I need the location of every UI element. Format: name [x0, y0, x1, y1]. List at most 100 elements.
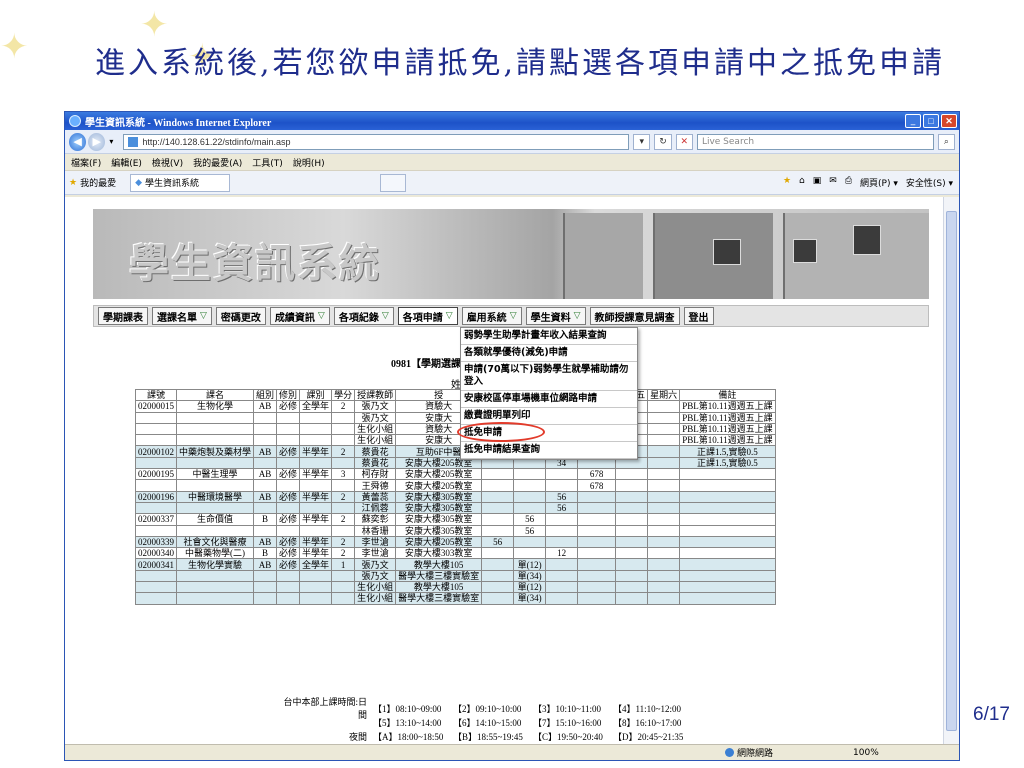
- feeds-icon[interactable]: ▣: [813, 176, 822, 189]
- dropdown-item-label: 各類就學優待(減免)申請: [464, 347, 568, 358]
- table-header-cell: 課名: [175, 388, 255, 402]
- nav-button[interactable]: 成績資訊 ▽: [269, 307, 330, 325]
- table-cell: 張乃文: [354, 400, 397, 413]
- nav-button-label: 成績資訊: [274, 312, 315, 324]
- page-menu-button[interactable]: 網頁(P) ▾: [860, 176, 898, 189]
- table-cell: 中醫藥物學(二): [175, 547, 255, 560]
- dropdown-item[interactable]: 弱勢學生助學計畫年收入結果查詢: [461, 328, 637, 345]
- nav-button[interactable]: 雇用系統 ▽: [461, 307, 522, 325]
- refresh-button[interactable]: ↻: [654, 133, 672, 150]
- tab-page-icon: ◆: [135, 177, 143, 188]
- nav-button[interactable]: 各項紀錄 ▽: [333, 307, 394, 325]
- time-slot: 【6】14:10~15:00: [453, 717, 522, 728]
- table-cell: [276, 592, 301, 605]
- table-row: 02000196 中醫環境醫學 AB 必修 半學年 2 黃蕾蕊 安康大樓305教室 56: [135, 490, 776, 503]
- forward-button[interactable]: ▶: [88, 132, 106, 151]
- dropdown-item[interactable]: 申請(70萬以下)弱勢學生就學補助請勿登入: [461, 362, 637, 391]
- window-titlebar: 學生資訊系統 - Windows Internet Explorer _ □ ✕: [65, 112, 959, 130]
- table-cell: [679, 501, 776, 515]
- table-header-cell: 星期六: [647, 388, 681, 402]
- table-cell: 半學年: [299, 547, 333, 560]
- table-cell: [175, 501, 255, 515]
- schedule-table: 課號課名組別修別課別學分授課教師授星期一星期二星期三星期四星期五星期六備註 02…: [135, 388, 776, 605]
- table-cell: [545, 581, 579, 594]
- nav-button[interactable]: 選課名單 ▽: [152, 307, 212, 325]
- table-cell: [253, 422, 278, 436]
- dropdown-item[interactable]: 安康校區停車場機車位網路申請: [461, 391, 637, 408]
- dropdown-item[interactable]: 抵免申請結果查詢: [461, 442, 637, 459]
- menu-item-file[interactable]: 檔案(F): [71, 156, 101, 169]
- table-cell: 安康大樓205教室: [395, 468, 483, 481]
- nav-button[interactable]: 教師授課意見調查: [589, 307, 680, 325]
- history-dropdown-icon[interactable]: ▾: [109, 137, 113, 146]
- banner-window: [853, 225, 881, 255]
- menu-item-tools[interactable]: 工具(T): [252, 156, 283, 169]
- add-favorite-icon[interactable]: ★: [783, 176, 791, 189]
- table-cell: 黃蕾蕊: [354, 490, 397, 503]
- nav-button-label: 學期課表: [103, 312, 143, 324]
- table-cell: [545, 535, 579, 549]
- url-dropdown-button[interactable]: ▾: [633, 133, 651, 150]
- home-icon[interactable]: ⌂: [799, 176, 805, 189]
- table-cell: [615, 501, 649, 515]
- table-cell: [577, 535, 617, 549]
- vertical-scrollbar[interactable]: [943, 197, 959, 746]
- table-cell: 教學大樓105: [395, 558, 483, 571]
- print-icon[interactable]: ⎙: [845, 176, 852, 189]
- table-cell: [481, 547, 515, 560]
- table-cell: 李世滄: [354, 547, 397, 560]
- table-cell: 中藥炮製及藥材學: [175, 445, 255, 458]
- stop-button[interactable]: ✕: [675, 133, 693, 150]
- credit-waiver-apply-item[interactable]: 抵免申請: [457, 422, 637, 442]
- table-cell: [679, 535, 776, 549]
- zoom-level[interactable]: 100%: [853, 748, 879, 758]
- scroll-thumb[interactable]: [946, 211, 957, 731]
- menu-item-edit[interactable]: 編輯(E): [111, 156, 142, 169]
- nav-button[interactable]: 密碼更改: [215, 307, 266, 325]
- nav-button[interactable]: 學生資料 ▽: [525, 307, 586, 325]
- time-slot: 【5】13:10~14:00: [373, 717, 442, 728]
- back-button[interactable]: ◀: [69, 132, 87, 151]
- table-cell: [253, 581, 278, 594]
- table-cell: [299, 434, 333, 447]
- nav-button[interactable]: 學期課表: [98, 307, 148, 325]
- favorites-button[interactable]: 我的最愛: [80, 176, 116, 189]
- new-tab-button[interactable]: [380, 173, 407, 192]
- table-cell: PBL第10.11週週五上課: [679, 434, 776, 447]
- maximize-button[interactable]: □: [923, 114, 939, 128]
- table-cell: 678: [577, 468, 617, 481]
- table-cell: 安康大樓305教室: [395, 524, 483, 537]
- table-cell: 02000196: [135, 490, 177, 503]
- url-input[interactable]: http://140.128.61.22/stdinfo/main.asp: [123, 133, 630, 150]
- highlight-ellipse: [457, 422, 545, 442]
- mail-icon[interactable]: ✉: [829, 176, 837, 189]
- minimize-button[interactable]: _: [905, 114, 921, 128]
- menu-item-view[interactable]: 檢視(V): [152, 156, 183, 169]
- time-slot: 【7】15:10~16:00: [533, 717, 602, 728]
- table-cell: [679, 581, 776, 594]
- nav-button[interactable]: 各項申請 ▽: [397, 307, 458, 325]
- search-input[interactable]: Live Search: [696, 133, 934, 150]
- menu-item-help[interactable]: 說明(H): [293, 156, 325, 169]
- table-cell: 生命價值: [175, 513, 255, 526]
- table-cell: [135, 592, 177, 605]
- browser-tab[interactable]: ◆ 學生資訊系統: [130, 173, 231, 192]
- table-cell: [647, 434, 681, 447]
- menu-item-favorites[interactable]: 我的最愛(A): [193, 156, 242, 169]
- table-header-cell: 課別: [299, 388, 333, 402]
- table-cell: [647, 524, 681, 537]
- table-cell: [615, 524, 649, 537]
- table-cell: 正課1.5,實驗0.5: [679, 445, 776, 458]
- table-cell: [647, 569, 681, 583]
- search-button[interactable]: ⌕: [937, 133, 956, 150]
- time-slot: 【1】08:10~09:00: [373, 703, 442, 714]
- time-slot: 【C】19:50~20:40: [533, 731, 603, 742]
- table-cell: [299, 581, 333, 594]
- table-header-cell: 授課教師: [354, 388, 397, 402]
- safety-menu-button[interactable]: 安全性(S) ▾: [906, 176, 953, 189]
- nav-button[interactable]: 登出: [683, 307, 714, 325]
- table-cell: [481, 490, 515, 503]
- close-button[interactable]: ✕: [941, 114, 957, 128]
- address-bar: ◀ ▶ ▾ http://140.128.61.22/stdinfo/main.…: [65, 130, 959, 154]
- dropdown-item[interactable]: 各類就學優待(減免)申請: [461, 345, 637, 362]
